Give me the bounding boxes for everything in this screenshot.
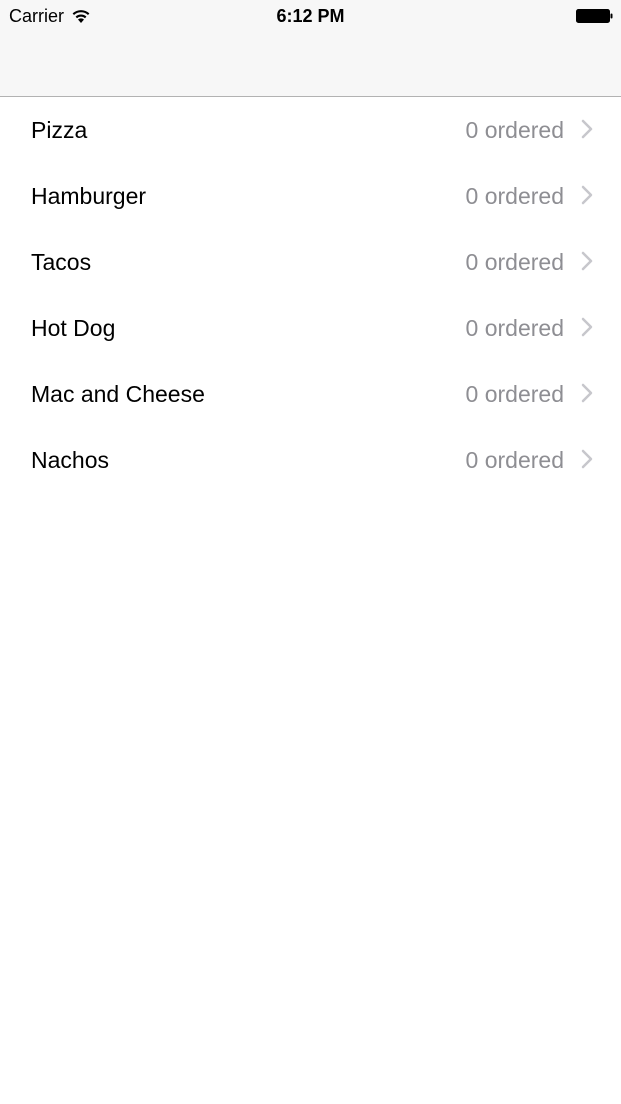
food-list: Pizza 0 ordered Hamburger 0 ordered Taco… [0,97,621,493]
row-detail: 0 ordered [465,315,564,341]
row-title: Nachos [31,447,109,473]
table-row[interactable]: Nachos 0 ordered [0,427,621,493]
row-detail: 0 ordered [465,249,564,275]
table-row[interactable]: Tacos 0 ordered [0,229,621,295]
table-row[interactable]: Hamburger 0 ordered [0,163,621,229]
row-detail: 0 ordered [465,447,564,473]
row-detail: 0 ordered [465,381,564,407]
chevron-right-icon [581,449,593,469]
table-row[interactable]: Pizza 0 ordered [0,97,621,163]
status-time: 6:12 PM [276,6,345,26]
chevron-right-icon [581,185,593,205]
row-detail: 0 ordered [465,183,564,209]
battery-icon [576,9,613,23]
row-detail: 0 ordered [465,117,564,143]
chevron-right-icon [581,251,593,271]
row-title: Tacos [31,249,92,275]
row-title: Mac and Cheese [31,381,205,407]
row-title: Hot Dog [31,315,116,341]
status-bar: Carrier 6:12 PM [0,0,621,32]
table-row[interactable]: Mac and Cheese 0 ordered [0,361,621,427]
navigation-bar: Carrier 6:12 PM [0,0,621,97]
row-title: Pizza [31,117,88,143]
table-row[interactable]: Hot Dog 0 ordered [0,295,621,361]
chevron-right-icon [581,317,593,337]
row-title: Hamburger [31,183,147,209]
chevron-right-icon [581,119,593,139]
chevron-right-icon [581,383,593,403]
